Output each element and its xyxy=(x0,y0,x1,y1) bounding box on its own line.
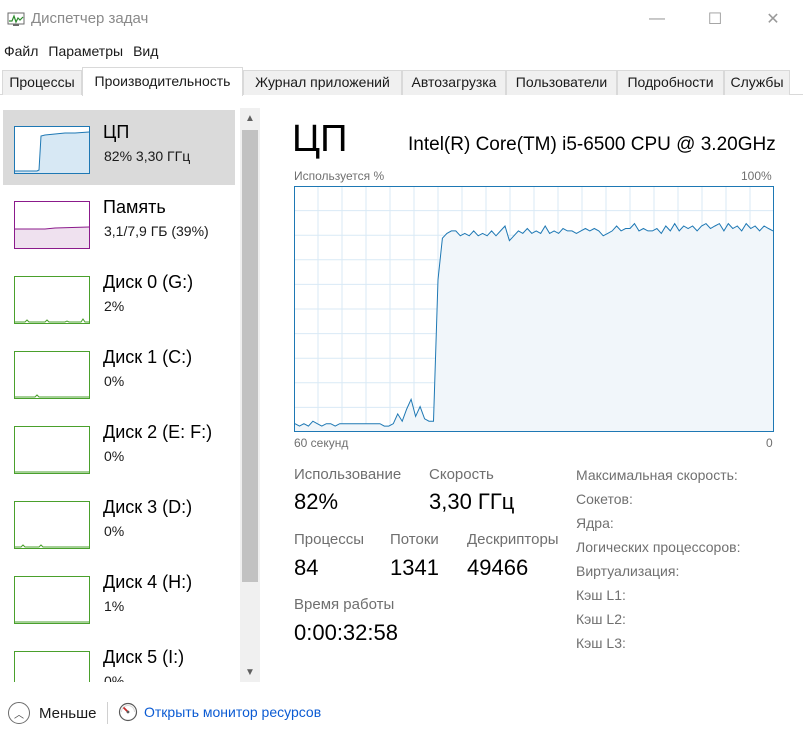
resource-list: ЦП 82% 3,30 ГГц Память 3,1/7,9 ГБ (39%) … xyxy=(0,108,240,682)
resource-subtitle: 82% 3,30 ГГц xyxy=(104,148,191,164)
tab-processes[interactable]: Процессы xyxy=(2,70,82,95)
resource-memory[interactable]: Память 3,1/7,9 ГБ (39%) xyxy=(3,185,235,260)
usage-value: 82% xyxy=(294,489,339,514)
spec-max-speed: Максимальная скорость: xyxy=(576,467,738,483)
resource-disk-5[interactable]: Диск 5 (I:) 0% xyxy=(3,635,235,682)
disk-mini-graph xyxy=(15,621,89,623)
handles-label: Дескрипторы xyxy=(467,531,559,548)
task-manager-icon xyxy=(7,12,25,26)
uptime-label: Время работы xyxy=(294,596,395,613)
resource-list-scrollbar[interactable]: ▲ ▼ xyxy=(240,108,260,682)
minimize-button[interactable]: — xyxy=(634,0,680,38)
spec-sockets: Сокетов: xyxy=(576,491,633,507)
disk-4-thumbnail xyxy=(14,576,90,624)
spec-l3-cache: Кэш L3: xyxy=(576,635,626,651)
menu-options[interactable]: Параметры xyxy=(44,40,129,62)
speed-value: 3,30 ГГц xyxy=(429,489,515,514)
resource-cpu[interactable]: ЦП 82% 3,30 ГГц xyxy=(3,110,235,185)
open-resource-monitor-link[interactable]: Открыть монитор ресурсов xyxy=(118,702,321,722)
handles-value: 49466 xyxy=(467,555,529,580)
graph-label: Используется % xyxy=(294,169,385,183)
resource-disk-4[interactable]: Диск 4 (H:) 1% xyxy=(3,560,235,635)
menu-file[interactable]: Файл xyxy=(0,40,44,62)
footer: ︿ Меньше Открыть монитор ресурсов xyxy=(0,696,803,730)
spec-logical-processors: Логических процессоров: xyxy=(576,539,741,555)
resource-subtitle: 2% xyxy=(104,298,125,314)
resource-subtitle: 0% xyxy=(104,523,125,539)
tab-startup[interactable]: Автозагрузка xyxy=(402,70,506,95)
resource-disk-3[interactable]: Диск 3 (D:) 0% xyxy=(3,485,235,560)
threads-value: 1341 xyxy=(390,555,439,580)
tab-details[interactable]: Подробности xyxy=(617,70,724,95)
disk-mini-graph xyxy=(15,652,89,682)
disk-mini-graph xyxy=(15,318,89,323)
resource-monitor-icon xyxy=(118,702,138,722)
resource-disk-0[interactable]: Диск 0 (G:) 2% xyxy=(3,260,235,335)
tab-users[interactable]: Пользователи xyxy=(506,70,617,95)
spec-virtualization: Виртуализация: xyxy=(576,563,680,579)
uptime-value: 0:00:32:58 xyxy=(294,620,398,645)
page-title: ЦП xyxy=(292,118,348,160)
resource-title: Диск 3 (D:) xyxy=(103,497,193,517)
disk-mini-graph xyxy=(15,471,89,473)
disk-0-thumbnail xyxy=(14,276,90,324)
resource-title: Память xyxy=(103,197,166,217)
tab-performance[interactable]: Производительность xyxy=(82,67,243,96)
resource-subtitle: 0% xyxy=(104,373,125,389)
threads-label: Потоки xyxy=(390,531,439,548)
cpu-mini-graph xyxy=(15,131,90,173)
speed-label: Скорость xyxy=(429,466,494,483)
memory-thumbnail xyxy=(14,201,90,249)
usage-label: Использование xyxy=(294,466,402,483)
axis-label-left: 60 секунд xyxy=(294,436,349,450)
tab-bar: Процессы Производительность Журнал прило… xyxy=(0,67,803,96)
menu-bar: Файл Параметры Вид xyxy=(0,40,164,62)
resource-title: ЦП xyxy=(103,122,130,142)
cpu-model: Intel(R) Core(TM) i5-6500 CPU @ 3.20GHz xyxy=(408,134,776,155)
axis-label-right: 0 xyxy=(766,436,773,450)
title-bar: Диспетчер задач — ☐ ✕ xyxy=(0,0,803,38)
memory-mini-graph xyxy=(15,226,90,248)
cpu-thumbnail xyxy=(14,126,90,174)
resource-subtitle: 0% xyxy=(104,673,125,682)
tab-app-history[interactable]: Журнал приложений xyxy=(243,70,402,95)
disk-mini-graph xyxy=(15,394,89,398)
resource-subtitle: 0% xyxy=(104,448,125,464)
tab-services[interactable]: Службы xyxy=(724,70,790,95)
disk-mini-graph xyxy=(15,544,89,548)
footer-divider xyxy=(107,702,108,724)
processes-value: 84 xyxy=(294,555,319,580)
window-title: Диспетчер задач xyxy=(31,10,149,27)
resource-subtitle: 1% xyxy=(104,598,125,614)
spec-l2-cache: Кэш L2: xyxy=(576,611,626,627)
graph-max-label: 100% xyxy=(741,169,772,183)
resource-disk-1[interactable]: Диск 1 (C:) 0% xyxy=(3,335,235,410)
less-details-label: Меньше xyxy=(39,704,97,722)
disk-2-thumbnail xyxy=(14,426,90,474)
resource-title: Диск 0 (G:) xyxy=(103,272,194,292)
processes-label: Процессы xyxy=(294,531,365,548)
disk-5-thumbnail xyxy=(14,651,90,682)
spec-l1-cache: Кэш L1: xyxy=(576,587,626,603)
disk-3-thumbnail xyxy=(14,501,90,549)
disk-1-thumbnail xyxy=(14,351,90,399)
scroll-thumb[interactable] xyxy=(242,130,258,582)
resource-subtitle: 3,1/7,9 ГБ (39%) xyxy=(104,223,209,239)
less-details-button[interactable]: ︿ Меньше xyxy=(8,702,96,724)
resource-title: Диск 1 (C:) xyxy=(103,347,193,367)
resource-title: Диск 4 (H:) xyxy=(103,572,193,592)
cpu-usage-graph xyxy=(294,186,774,432)
resource-title: Диск 5 (I:) xyxy=(103,647,185,667)
menu-view[interactable]: Вид xyxy=(129,40,164,62)
chevron-up-icon: ︿ xyxy=(8,702,30,724)
resource-disk-2[interactable]: Диск 2 (E: F:) 0% xyxy=(3,410,235,485)
spec-cores: Ядра: xyxy=(576,515,614,531)
open-resource-monitor-label: Открыть монитор ресурсов xyxy=(144,704,322,720)
scroll-up-arrow-icon[interactable]: ▲ xyxy=(240,108,260,128)
scroll-down-arrow-icon[interactable]: ▼ xyxy=(240,662,260,682)
maximize-button[interactable]: ☐ xyxy=(692,0,738,38)
close-button[interactable]: ✕ xyxy=(750,0,796,38)
resource-title: Диск 2 (E: F:) xyxy=(103,422,213,442)
